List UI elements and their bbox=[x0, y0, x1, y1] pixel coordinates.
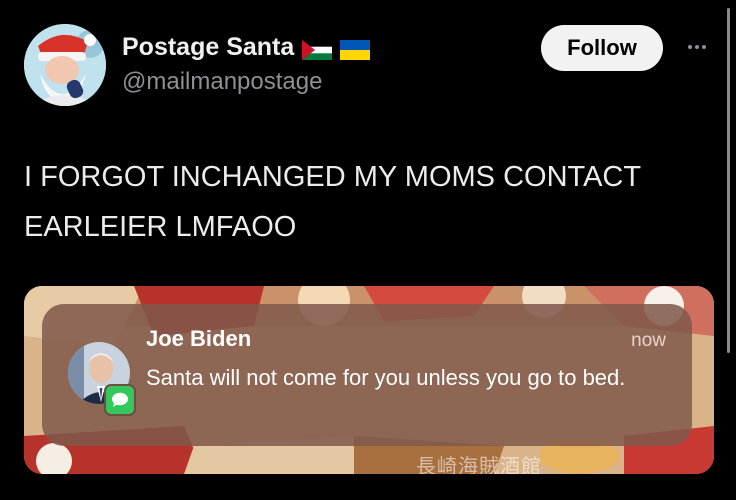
ukraine-flag-icon bbox=[340, 38, 371, 60]
author-name-text: Postage Santa bbox=[122, 33, 295, 61]
palestine-flag-icon bbox=[302, 38, 333, 60]
media-watermark: 長崎海賊酒館 bbox=[416, 456, 542, 474]
notification-card[interactable]: Joe Biden now Santa will not come for yo… bbox=[42, 304, 692, 446]
tweet-text: I FORGOT INCHANGED MY MOMS CONTACT EARLE… bbox=[24, 161, 641, 243]
more-dot bbox=[695, 45, 699, 49]
author-avatar[interactable] bbox=[24, 24, 106, 106]
messages-icon bbox=[104, 384, 136, 416]
scrollbar[interactable] bbox=[727, 8, 730, 353]
more-dot bbox=[688, 45, 692, 49]
author-display-name[interactable]: Postage Santa bbox=[122, 33, 371, 62]
notification-body: Santa will not come for you unless you g… bbox=[146, 365, 626, 390]
notification-sender: Joe Biden bbox=[146, 326, 252, 351]
follow-button[interactable]: Follow bbox=[541, 25, 663, 71]
notification-timestamp: now bbox=[631, 330, 666, 351]
more-dot bbox=[702, 45, 706, 49]
author-handle[interactable]: @mailmanpostage bbox=[122, 68, 322, 96]
tweet-media[interactable]: Joe Biden now Santa will not come for yo… bbox=[24, 286, 714, 474]
more-icon[interactable] bbox=[682, 32, 712, 62]
